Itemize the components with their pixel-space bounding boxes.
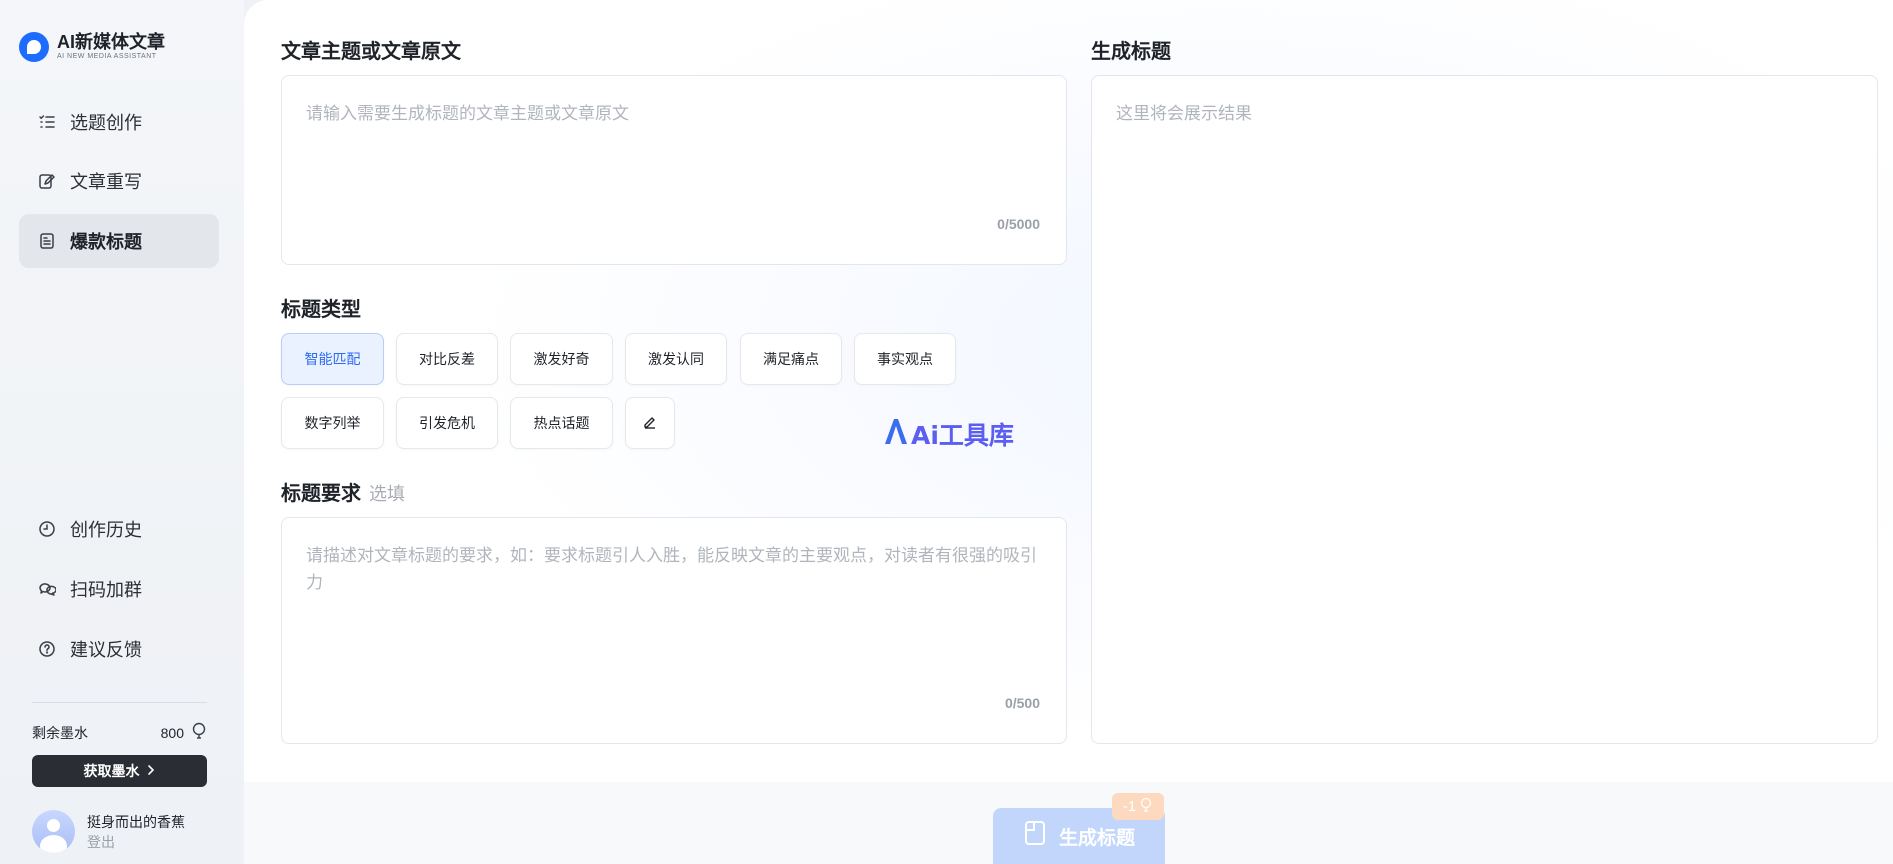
logo-icon: [19, 32, 49, 62]
result-output-area: 这里将会展示结果: [1091, 75, 1878, 744]
ink-balance: 剩余墨水 800: [32, 722, 208, 743]
ink-drop-icon: [1139, 797, 1153, 817]
nav-label: 文章重写: [70, 172, 142, 192]
type-tag-fact-opinion[interactable]: 事实观点: [854, 333, 956, 385]
document-icon: [38, 232, 56, 250]
pencil-icon: [642, 414, 658, 433]
result-section-title: 生成标题: [1091, 41, 1171, 63]
nav-label: 选题创作: [70, 113, 142, 133]
clock-icon: [38, 520, 56, 538]
nav-item-topic-creation[interactable]: 选题创作: [19, 95, 219, 149]
requirement-placeholder: 请描述对文章标题的要求，如：要求标题引人入胜，能反映文章的主要观点，对读者有很强…: [306, 546, 1037, 592]
avatar[interactable]: [32, 810, 75, 853]
user-name: 挺身而出的香蕉: [87, 813, 185, 830]
logo-subtitle: AI NEW MEDIA ASSISTANT: [57, 53, 157, 60]
logo-title: AI新媒体文章: [57, 32, 165, 52]
generate-title-label: 生成标题: [1058, 827, 1135, 849]
app-logo[interactable]: AI新媒体文章 AI NEW MEDIA ASSISTANT: [19, 32, 165, 62]
pen-rewrite-icon: [38, 172, 56, 190]
type-tag-number-list[interactable]: 数字列举: [281, 397, 384, 449]
type-section-title: 标题类型: [281, 299, 361, 321]
result-placeholder: 这里将会展示结果: [1116, 104, 1252, 123]
requirement-char-counter: 0/500: [1004, 695, 1040, 711]
list-check-icon: [38, 113, 56, 131]
requirement-textarea[interactable]: 请描述对文章标题的要求，如：要求标题引人入胜，能反映文章的主要观点，对读者有很强…: [281, 517, 1067, 744]
nav-label: 建议反馈: [70, 640, 142, 660]
nav-label: 扫码加群: [70, 580, 142, 600]
requirement-optional-hint: 选填: [369, 484, 405, 504]
source-placeholder: 请输入需要生成标题的文章主题或文章原文: [306, 104, 629, 123]
type-tag-crisis[interactable]: 引发危机: [396, 397, 498, 449]
chevron-right-icon: [146, 763, 156, 779]
source-section-title: 文章主题或文章原文: [281, 41, 461, 63]
nav-label: 创作历史: [70, 520, 142, 540]
requirement-title-text: 标题要求: [281, 483, 361, 505]
ink-label: 剩余墨水: [32, 724, 88, 741]
sidebar-divider: [32, 702, 207, 703]
nav-item-article-rewrite[interactable]: 文章重写: [19, 154, 219, 208]
type-tag-curiosity[interactable]: 激发好奇: [510, 333, 613, 385]
user-profile: 挺身而出的香蕉 登出: [32, 810, 185, 853]
source-char-counter: 0/5000: [997, 216, 1040, 232]
ink-drop-icon: [190, 722, 208, 743]
document-icon: [1023, 820, 1047, 852]
nav-item-hot-title[interactable]: 爆款标题: [19, 214, 219, 268]
type-tag-resonance[interactable]: 激发认同: [625, 333, 727, 385]
source-textarea[interactable]: 请输入需要生成标题的文章主题或文章原文 0/5000: [281, 75, 1067, 265]
logout-link[interactable]: 登出: [87, 832, 185, 852]
type-tag-contrast[interactable]: 对比反差: [396, 333, 498, 385]
nav-label: 爆款标题: [70, 232, 142, 252]
nav-item-feedback[interactable]: 建议反馈: [19, 622, 219, 676]
sidebar: AI新媒体文章 AI NEW MEDIA ASSISTANT 选题创作 文章重写: [0, 0, 244, 864]
nav-item-history[interactable]: 创作历史: [19, 502, 219, 556]
custom-type-edit-button[interactable]: [625, 397, 675, 449]
type-tag-smart-match[interactable]: 智能匹配: [281, 333, 384, 385]
ink-cost-badge: -1: [1112, 793, 1164, 820]
watermark-logo: Ai工具库: [883, 416, 1014, 452]
ink-value: 800: [160, 724, 184, 741]
nav-item-join-group[interactable]: 扫码加群: [19, 562, 219, 616]
watermark-text: Ai工具库: [911, 421, 1014, 450]
get-ink-button[interactable]: 获取墨水: [32, 755, 207, 787]
type-tag-pain-point[interactable]: 满足痛点: [740, 333, 842, 385]
chat-group-icon: [38, 580, 56, 598]
watermark-a-icon: [883, 417, 909, 451]
requirement-section-title: 标题要求 选填: [281, 477, 405, 506]
type-tag-hot-topic[interactable]: 热点话题: [510, 397, 613, 449]
get-ink-label: 获取墨水: [83, 763, 140, 779]
question-circle-icon: [38, 640, 56, 658]
ink-cost-value: -1: [1122, 798, 1137, 815]
